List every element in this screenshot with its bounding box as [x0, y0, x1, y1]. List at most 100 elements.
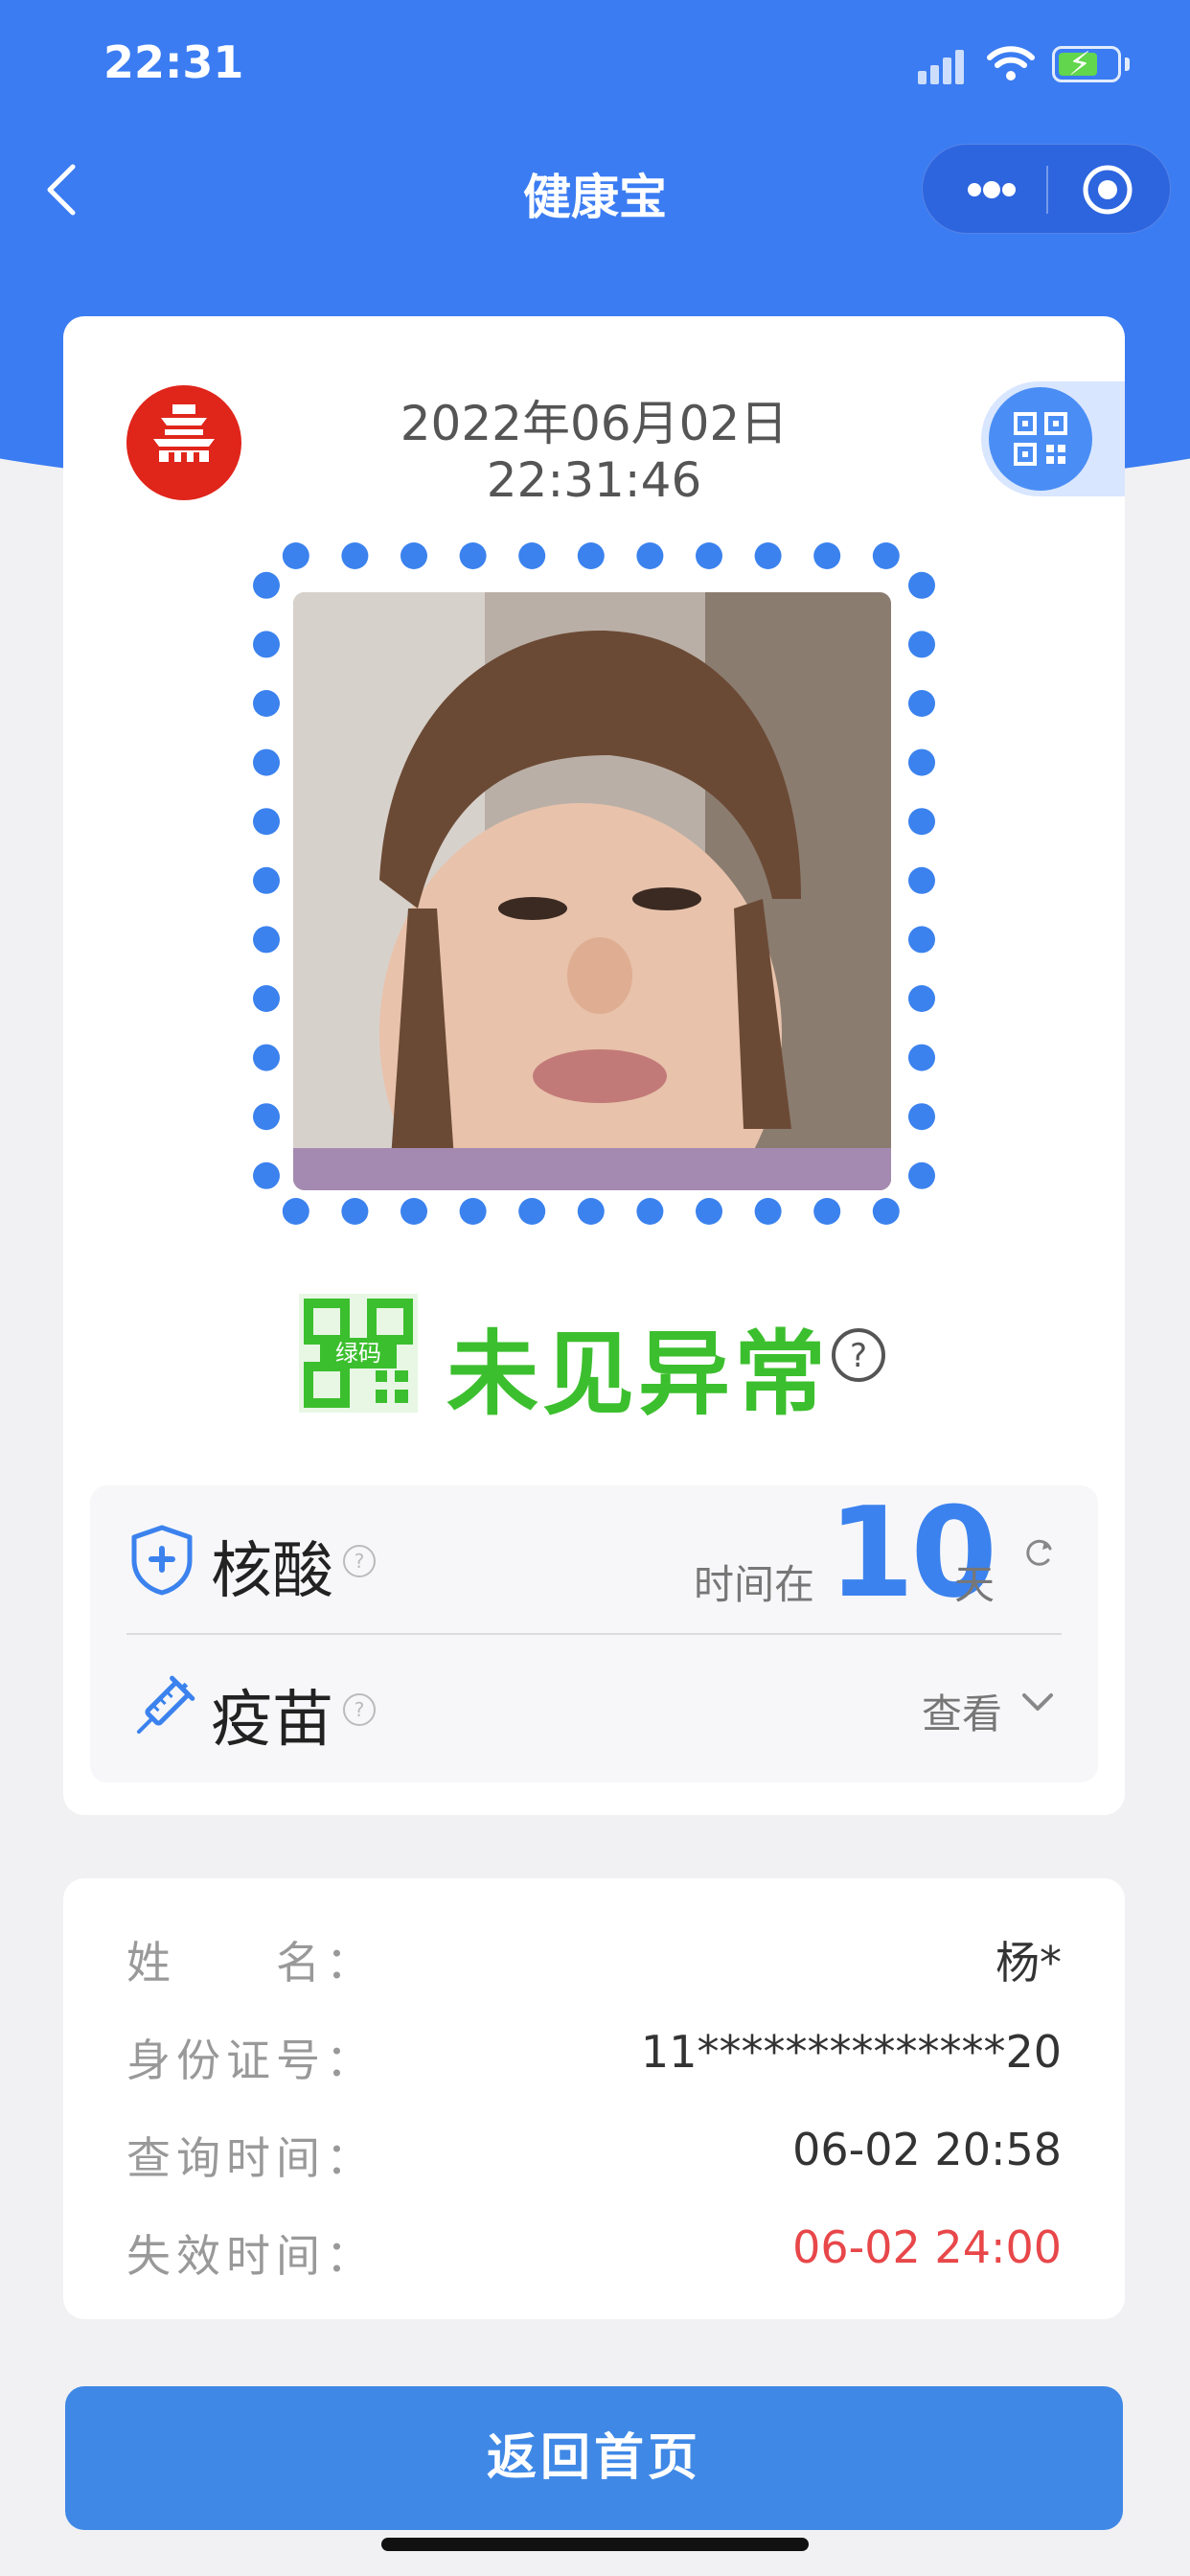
frame-dot [518, 1198, 546, 1225]
info-label: 身份证号： [126, 2035, 376, 2086]
syringe-icon [136, 1675, 195, 1735]
wifi-icon [987, 46, 1035, 80]
frame-dot [908, 808, 935, 836]
frame-dot [908, 571, 935, 599]
svg-text:?: ? [355, 1698, 365, 1721]
frame-dot [908, 631, 935, 658]
qr-code-button[interactable] [989, 387, 1092, 491]
battery-icon: ⚡ [1052, 45, 1121, 83]
info-label: 查询时间： [126, 2132, 376, 2184]
frame-dot [253, 571, 280, 599]
frame-dot [253, 690, 280, 717]
frame-dot [872, 542, 900, 569]
frame-dot [341, 1198, 369, 1225]
vaccine-label: 疫苗 [211, 1685, 333, 1756]
svg-text:?: ? [850, 1337, 867, 1375]
info-row-expiry-time: 失效时间： 06-02 24:00 [126, 2221, 1062, 2288]
frame-dot [253, 748, 280, 776]
frame-dot [400, 542, 427, 569]
info-value: 11**************20 [640, 2026, 1062, 2078]
info-value: 06-02 20:58 [792, 2124, 1062, 2175]
frame-dot [636, 1198, 664, 1225]
green-code-badge-text: 绿码 [335, 1340, 381, 1367]
green-qr-graphic: 绿码 [299, 1294, 418, 1413]
frame-dot [253, 985, 280, 1012]
frame-dot [636, 542, 664, 569]
frame-dot [908, 748, 935, 776]
nucleic-help-icon[interactable]: ? [341, 1543, 378, 1579]
current-time: 22:31:46 [486, 452, 702, 508]
frame-dot [696, 542, 722, 569]
info-label: 姓 名： [126, 1937, 376, 1989]
frame-dot [459, 1198, 487, 1225]
health-status-text: 未见异常 [446, 1321, 830, 1428]
frame-dot [518, 542, 546, 569]
info-value: 杨* [995, 1937, 1062, 1989]
frame-dot [813, 1198, 841, 1225]
frame-dot [253, 1162, 280, 1189]
frame-dot [577, 542, 605, 569]
nucleic-days-suffix: 天 [954, 1561, 995, 1608]
more-icon[interactable] [953, 164, 1030, 216]
frame-dot [908, 985, 935, 1012]
page: 22:31 ⚡ 健康宝 2022年06月02日 22:31:46 绿码 未见异常… [0, 0, 1190, 2576]
frame-dot [908, 1103, 935, 1131]
capsule-divider [1046, 166, 1048, 214]
close-target-icon[interactable] [1078, 160, 1137, 219]
frame-dot [253, 866, 280, 894]
frame-dot [577, 1198, 605, 1225]
frame-dot [253, 1103, 280, 1131]
frame-dot [341, 542, 369, 569]
frame-dot [253, 631, 280, 658]
frame-dot [813, 542, 841, 569]
frame-dot [696, 1198, 722, 1225]
frame-dot [754, 1198, 782, 1225]
info-row-id: 身份证号： 11**************20 [126, 2026, 1062, 2093]
health-status-row: 绿码 未见异常 ? [63, 1294, 1125, 1428]
frame-dot [908, 926, 935, 954]
current-date: 2022年06月02日 [400, 396, 789, 451]
frame-dot [754, 542, 782, 569]
nucleic-acid-row[interactable]: 核酸 ? 时间在 10 天 [90, 1480, 1098, 1635]
battery-cap [1125, 58, 1130, 71]
health-code-card: 2022年06月02日 22:31:46 绿码 未见异常 ? 核酸 ? 时间在 … [63, 316, 1125, 1815]
refresh-icon[interactable] [1023, 1535, 1056, 1568]
frame-dot [253, 808, 280, 836]
status-bar: 22:31 ⚡ [0, 0, 1190, 126]
green-code-icon: 绿码 [299, 1294, 418, 1413]
frame-dot [253, 1044, 280, 1071]
frame-dot [459, 542, 487, 569]
frame-dot [908, 690, 935, 717]
frame-dot [908, 866, 935, 894]
info-label: 失效时间： [126, 2230, 376, 2282]
frame-dot [282, 542, 309, 569]
home-indicator [381, 2538, 809, 2551]
nucleic-acid-label: 核酸 [211, 1536, 333, 1607]
frame-dot [872, 1198, 900, 1225]
frame-dot [253, 926, 280, 954]
user-photo [293, 592, 891, 1190]
vaccine-view-link[interactable]: 查看 [922, 1682, 1002, 1740]
vaccine-row[interactable]: 疫苗 ? 查看 [90, 1634, 1098, 1782]
vaccine-help-icon[interactable]: ? [341, 1691, 378, 1728]
frame-dot [908, 1044, 935, 1071]
frame-dot [908, 1162, 935, 1189]
help-icon[interactable]: ? [830, 1326, 887, 1384]
cellular-signal-icon [918, 50, 968, 84]
svg-text:?: ? [355, 1550, 365, 1573]
shield-plus-icon [131, 1525, 193, 1596]
tests-panel: 核酸 ? 时间在 10 天 疫苗 ? 查看 [90, 1480, 1098, 1782]
info-row-query-time: 查询时间： 06-02 20:58 [126, 2124, 1062, 2191]
status-time: 22:31 [103, 36, 244, 88]
frame-dot [282, 1198, 309, 1225]
personal-info-card: 姓 名： 杨* 身份证号： 11**************20 查询时间： 0… [63, 1878, 1125, 2319]
qr-code-tab[interactable] [981, 381, 1125, 496]
qr-code-icon [1014, 412, 1067, 466]
chevron-down-icon[interactable] [1021, 1691, 1054, 1714]
return-home-button[interactable]: 返回首页 [65, 2386, 1123, 2530]
mini-program-capsule [922, 144, 1171, 234]
frame-dot [400, 1198, 427, 1225]
face-photo-image [293, 592, 891, 1190]
nucleic-days-prefix: 时间在 [694, 1561, 815, 1608]
info-row-name: 姓 名： 杨* [126, 1928, 1062, 1995]
